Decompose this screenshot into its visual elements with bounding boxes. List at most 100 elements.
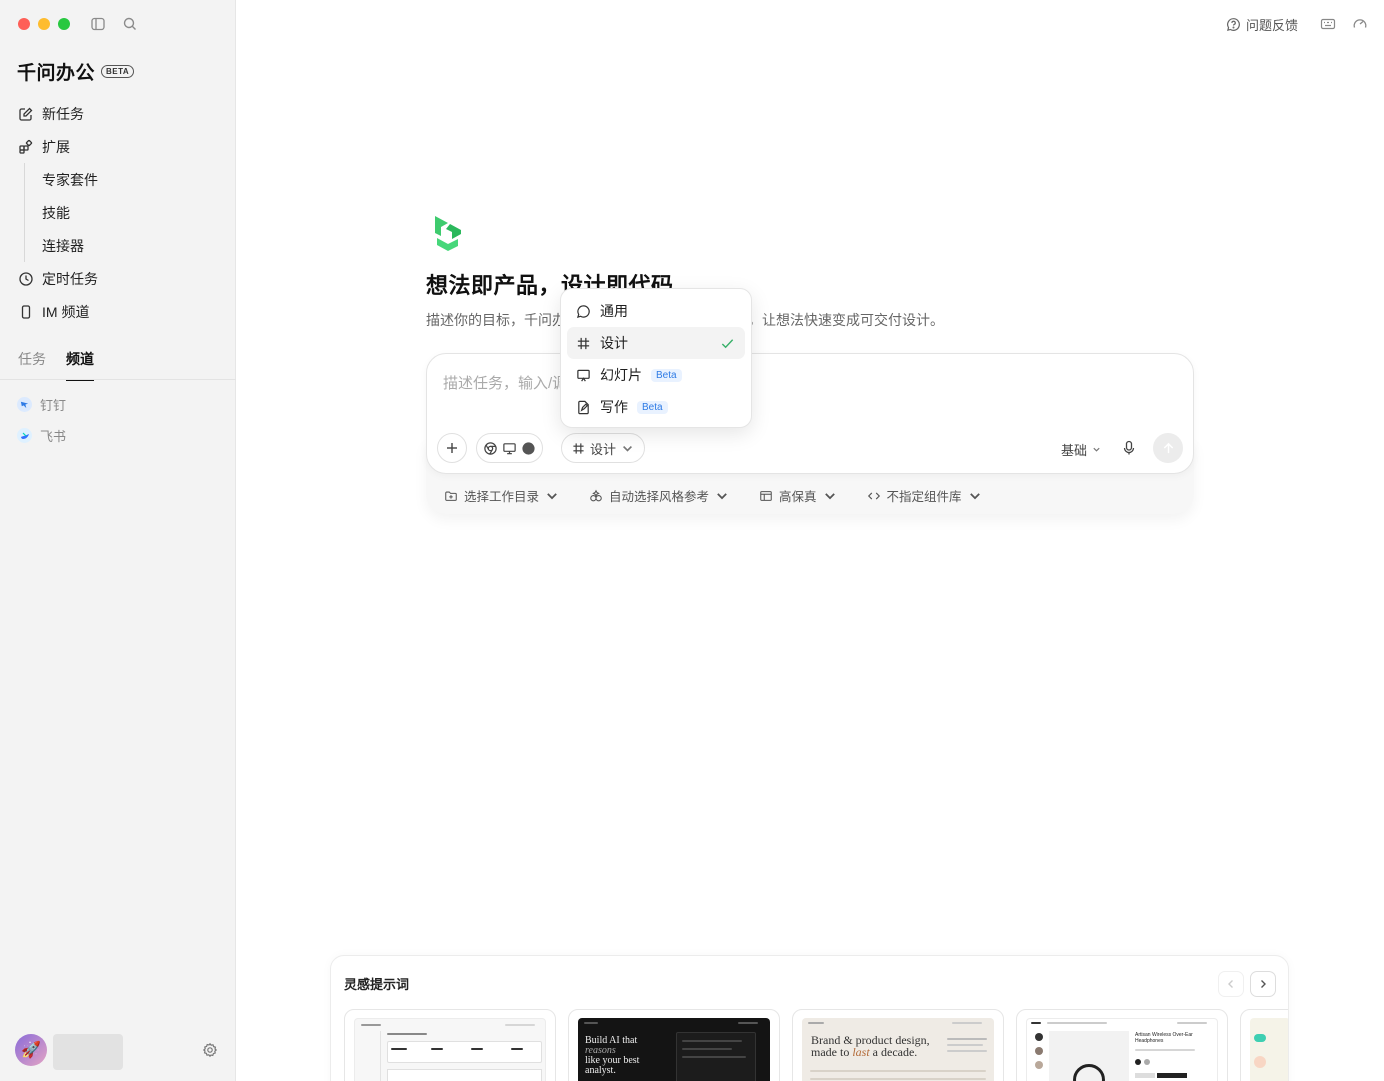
chevron-down-icon	[824, 492, 835, 499]
write-icon	[578, 400, 589, 414]
channel-label: 钉钉	[40, 398, 67, 413]
chat-bubble-icon[interactable]	[521, 441, 536, 456]
sidebar-item-expert-suite[interactable]: 专家套件	[25, 163, 236, 196]
sidebar-item-label: 定时任务	[42, 270, 98, 287]
channel-item-feishu[interactable]: 飞书	[17, 426, 66, 445]
extension-icon	[19, 139, 33, 154]
model-select[interactable]: 基础	[1061, 440, 1101, 459]
menu-item-slides[interactable]: 幻灯片 Beta	[567, 359, 745, 391]
component-library-select[interactable]: 不指定组件库	[867, 486, 982, 505]
sidebar-item-im-channel[interactable]: IM 频道	[0, 295, 236, 328]
inspiration-card-partial[interactable]	[1240, 1009, 1288, 1081]
gauge-icon[interactable]	[1352, 16, 1368, 32]
tool-toggles	[476, 433, 543, 463]
composer-options: 选择工作目录 自动选择风格参考 高保真 不指定组件库	[444, 486, 982, 505]
menu-item-writing[interactable]: 写作 Beta	[567, 391, 745, 423]
keyboard-icon[interactable]	[1320, 16, 1336, 32]
working-directory-select[interactable]: 选择工作目录	[444, 486, 559, 505]
inspiration-card[interactable]: Build AI that reasons like your best ana…	[568, 1009, 780, 1081]
option-label: 选择工作目录	[464, 490, 540, 504]
close-window-button[interactable]	[18, 18, 30, 30]
divider	[0, 379, 236, 380]
extension-subitems: 专家套件 技能 连接器	[24, 163, 236, 262]
arrow-up-icon	[1163, 442, 1173, 453]
channel-label: 飞书	[40, 429, 67, 444]
style-reference-select[interactable]: 自动选择风格参考	[589, 486, 729, 505]
layout-icon	[760, 490, 772, 501]
add-attachment-button[interactable]	[437, 433, 467, 463]
app-name: 千问办公	[17, 63, 96, 84]
slides-icon	[577, 369, 590, 381]
chevron-down-icon	[547, 492, 557, 499]
card-headline: made to	[811, 1045, 853, 1059]
menu-item-general[interactable]: 通用	[567, 295, 745, 327]
sidebar-item-connectors[interactable]: 连接器	[25, 229, 236, 262]
menu-item-label: 通用	[600, 303, 628, 319]
code-icon	[867, 492, 880, 499]
help-chat-icon	[1227, 18, 1240, 31]
sidebar-item-skills[interactable]: 技能	[25, 196, 236, 229]
option-label: 自动选择风格参考	[609, 490, 710, 504]
maximize-window-button[interactable]	[58, 18, 70, 30]
card-preview-ai: Build AI that reasons like your best ana…	[578, 1018, 770, 1081]
option-label: 不指定组件库	[886, 490, 962, 504]
card-preview-partial	[1250, 1018, 1288, 1081]
sidebar-item-new-task[interactable]: 新任务	[0, 97, 236, 130]
hash-icon	[573, 442, 584, 454]
task-composer: 描述任务，输入/调用技能 设计 基础	[426, 353, 1194, 474]
inspiration-title: 灵感提示词	[344, 977, 410, 992]
chevron-down-icon	[623, 445, 633, 452]
inspiration-card[interactable]: Brand & product design, made to last a d…	[792, 1009, 1004, 1081]
sidebar: 千问办公 BETA 新任务 扩展 专家套件 技能 连接器 定时任务 IM 频道 …	[0, 0, 236, 1081]
dingtalk-icon	[17, 397, 32, 412]
chevron-down-icon	[1093, 447, 1100, 452]
user-name-redacted	[53, 1034, 123, 1070]
carousel-next-button[interactable]	[1250, 971, 1276, 997]
option-label: 高保真	[779, 490, 817, 504]
chat-icon	[576, 304, 590, 318]
carousel-prev-button[interactable]	[1218, 971, 1244, 997]
beta-badge: Beta	[637, 400, 668, 414]
clock-icon	[19, 271, 33, 286]
tab-tasks[interactable]: 任务	[18, 349, 46, 381]
chevron-down-icon	[969, 492, 980, 499]
microphone-icon[interactable]	[1121, 440, 1137, 456]
sidebar-toggle-icon[interactable]	[90, 16, 106, 32]
beta-badge: Beta	[651, 368, 682, 382]
chevron-right-icon	[1261, 980, 1266, 988]
fidelity-select[interactable]: 高保真	[759, 486, 837, 505]
gear-icon[interactable]	[202, 1042, 218, 1058]
feedback-label: 问题反馈	[1246, 18, 1299, 33]
hash-icon	[577, 337, 590, 349]
mode-dropdown-menu: 通用 设计 幻灯片 Beta 写作 Beta	[560, 288, 752, 428]
inspiration-panel: 灵感提示词 Build AI that reasons like your be…	[330, 955, 1289, 1081]
avatar[interactable]: 🚀	[15, 1034, 47, 1066]
feedback-button[interactable]: 问题反馈	[1226, 15, 1298, 34]
inspiration-card[interactable]: Artisan Wireless Over-Ear Headphones	[1016, 1009, 1228, 1081]
card-headline: analyst.	[585, 1065, 616, 1076]
card-product-title: Artisan Wireless Over-Ear Headphones	[1135, 1032, 1193, 1044]
sidebar-tabs: 任务 频道	[18, 349, 94, 381]
monitor-icon[interactable]	[502, 441, 517, 456]
sidebar-item-label: 新任务	[42, 105, 84, 122]
menu-item-label: 写作	[600, 399, 628, 415]
card-headline: a decade.	[869, 1045, 918, 1059]
mode-select-button[interactable]: 设计	[561, 433, 646, 463]
search-icon[interactable]	[122, 16, 138, 32]
chevron-left-icon	[1228, 980, 1233, 988]
sidebar-item-extension[interactable]: 扩展	[0, 130, 236, 163]
send-button[interactable]	[1153, 433, 1183, 463]
inspiration-card[interactable]	[344, 1009, 556, 1081]
browser-icon[interactable]	[483, 441, 498, 456]
brand: 千问办公 BETA	[17, 58, 135, 85]
feishu-icon	[17, 428, 32, 443]
channel-item-dingtalk[interactable]: 钉钉	[17, 395, 66, 414]
minimize-window-button[interactable]	[38, 18, 50, 30]
window-controls	[18, 18, 70, 30]
menu-item-design[interactable]: 设计	[567, 327, 745, 359]
sidebar-item-label: IM 频道	[42, 303, 90, 320]
tab-channels[interactable]: 频道	[66, 349, 94, 381]
menu-item-label: 设计	[600, 335, 628, 351]
phone-icon	[21, 304, 31, 319]
sidebar-item-scheduled-tasks[interactable]: 定时任务	[0, 262, 236, 295]
